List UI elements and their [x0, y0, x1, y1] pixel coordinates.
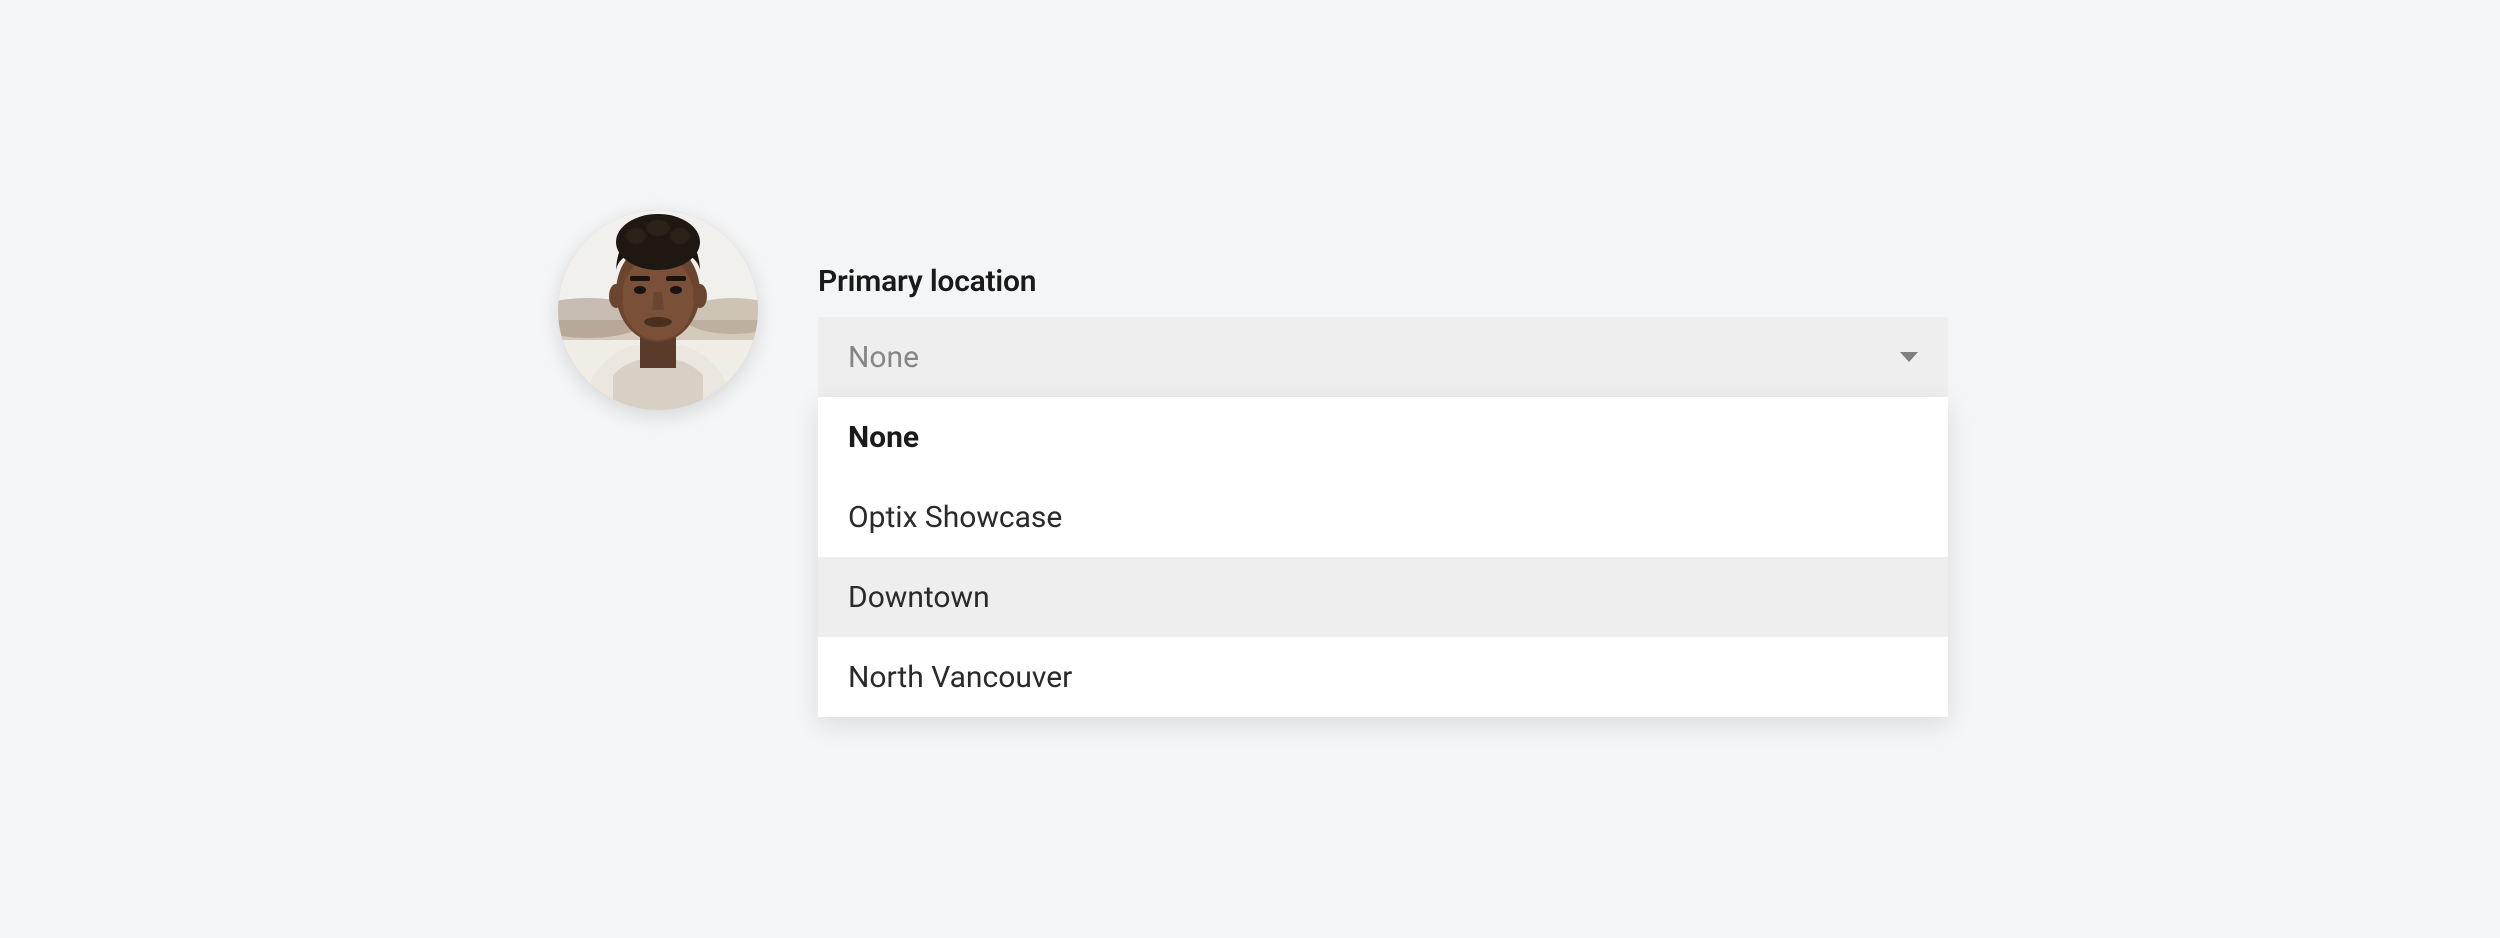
- field-label-primary-location: Primary location: [818, 264, 1948, 299]
- primary-location-dropdown: None Optix Showcase Downtown North Vanco…: [818, 397, 1948, 717]
- avatar: [558, 210, 758, 410]
- dropdown-option-none[interactable]: None: [818, 397, 1948, 477]
- select-value: None: [848, 340, 919, 375]
- chevron-down-icon: [1900, 352, 1918, 362]
- dropdown-option-downtown[interactable]: Downtown: [818, 557, 1948, 637]
- dropdown-option-north-vancouver[interactable]: North Vancouver: [818, 637, 1948, 717]
- primary-location-select[interactable]: None: [818, 317, 1948, 397]
- dropdown-option-optix-showcase[interactable]: Optix Showcase: [818, 477, 1948, 557]
